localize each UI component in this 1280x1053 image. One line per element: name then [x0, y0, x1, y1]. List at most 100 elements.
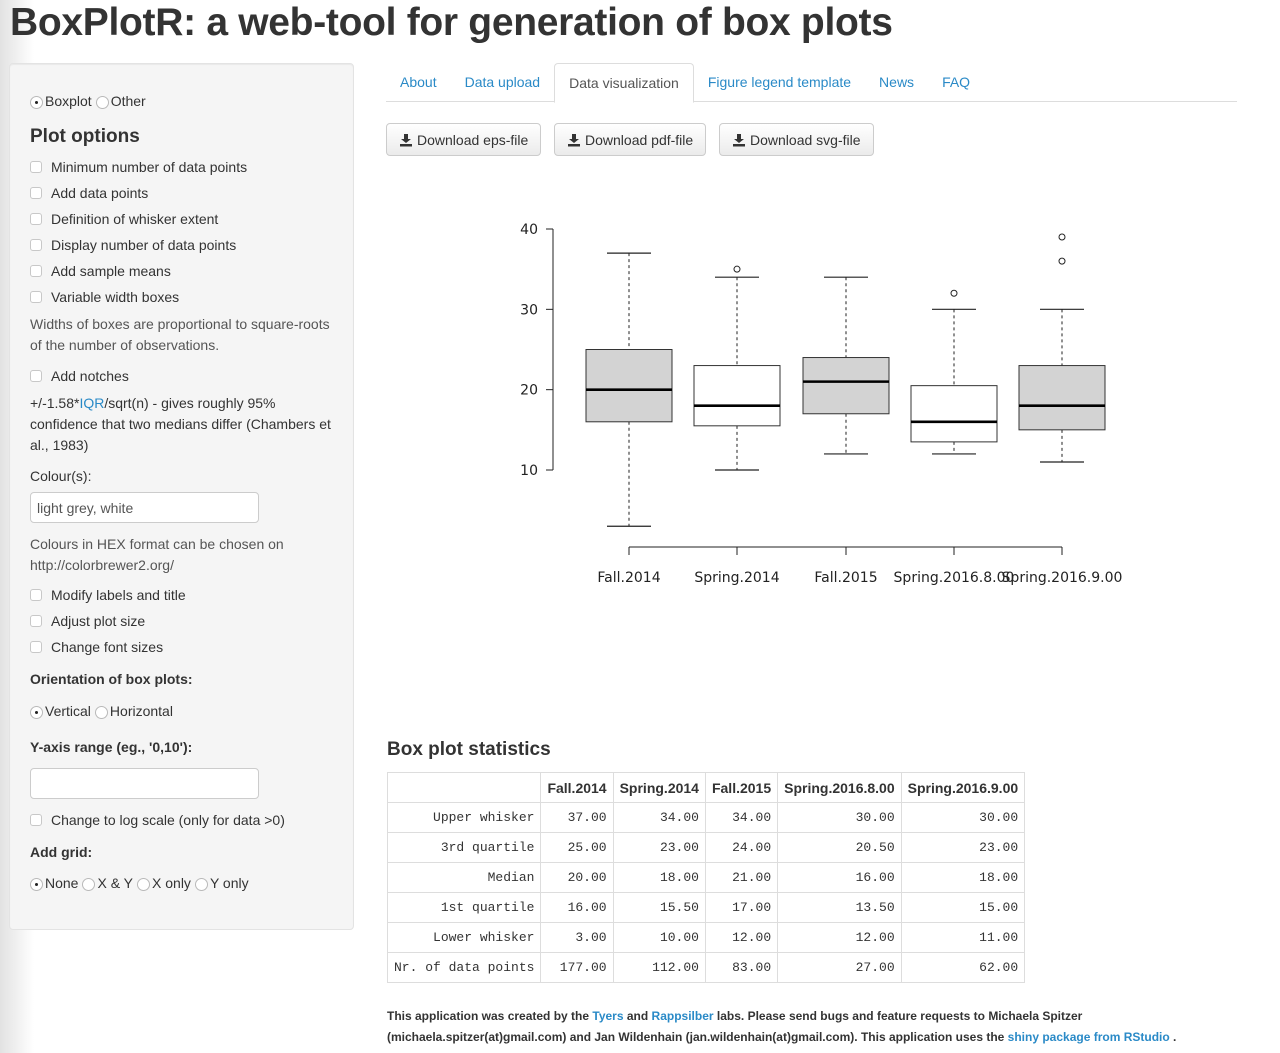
radio-grid-none[interactable]: None — [30, 874, 78, 891]
table-row: Nr. of data points 177.00 112.00 83.00 27.00… — [386, 952, 1026, 983]
grid-radio-group: None X & Y X only Y only — [30, 874, 253, 891]
table-cell: 112.00 — [612, 952, 706, 983]
y-tick-label: 10 — [520, 463, 538, 479]
checkbox-log-scale[interactable]: Change to log scale (only for data >0) — [30, 812, 285, 828]
table-row-label: 1st quartile — [386, 892, 542, 923]
checkbox[interactable] — [30, 213, 42, 225]
x-tick-label: Fall.2015 — [814, 570, 877, 586]
radio-grid-xy[interactable]: X & Y — [82, 874, 133, 891]
table-cell: 24.00 — [704, 832, 779, 863]
table-row-label: 3rd quartile — [386, 832, 542, 863]
box-plot-statistics-heading: Box plot statistics — [387, 739, 551, 760]
colours-label: Colour(s): — [30, 468, 92, 484]
y-axis-range-input[interactable] — [30, 768, 259, 799]
download-icon — [568, 133, 580, 146]
table-cell: 30.00 — [777, 802, 902, 833]
download-svg-button[interactable]: Download svg-file — [719, 123, 874, 156]
checkbox-font-sizes[interactable]: Change font sizes — [30, 639, 163, 655]
table-cell: 3.00 — [540, 922, 614, 953]
colours-input[interactable] — [30, 492, 259, 523]
footer-credits: This application was created by the Tyer… — [387, 1009, 1177, 1044]
table-cell: 21.00 — [704, 862, 779, 893]
table-cell: 62.00 — [900, 952, 1026, 983]
radio-button[interactable] — [82, 878, 96, 891]
table-cell: 18.00 — [900, 862, 1026, 893]
download-icon — [400, 133, 412, 146]
tab-figure-legend-template[interactable]: Figure legend template — [694, 63, 865, 102]
table-cell: 11.00 — [900, 922, 1026, 953]
radio-button[interactable] — [194, 878, 208, 891]
checkbox[interactable] — [30, 239, 42, 251]
checkbox-sample-means[interactable]: Add sample means — [30, 263, 171, 279]
x-tick-label: Fall.2014 — [597, 570, 660, 586]
radio-button[interactable] — [137, 878, 151, 891]
radio-button[interactable] — [94, 706, 108, 719]
outlier-point — [733, 265, 741, 273]
checkbox[interactable] — [30, 814, 42, 826]
table-cell: 27.00 — [777, 952, 902, 983]
download-eps-button[interactable]: Download eps-file — [386, 123, 542, 156]
radio-button[interactable] — [95, 96, 109, 109]
checkbox-adjust-plot-size[interactable]: Adjust plot size — [30, 613, 145, 629]
checkbox-add-data-points[interactable]: Add data points — [30, 185, 148, 201]
radio-button[interactable] — [30, 96, 43, 109]
table-cell: 23.00 — [612, 832, 706, 863]
tab-news[interactable]: News — [865, 63, 928, 102]
checkbox[interactable] — [30, 291, 42, 303]
iqr-link[interactable]: IQR — [79, 395, 104, 411]
table-cell: 10.00 — [612, 922, 706, 953]
table-cell: 17.00 — [704, 892, 779, 923]
checkbox[interactable] — [30, 161, 42, 173]
radio-vertical[interactable]: Vertical — [30, 702, 91, 719]
shiny-rstudio-link[interactable]: shiny package from RStudio — [1008, 1030, 1170, 1044]
checkbox-min-data-points[interactable]: Minimum number of data points — [30, 159, 247, 175]
table-cell: 16.00 — [777, 862, 902, 893]
tab-data-upload[interactable]: Data upload — [451, 63, 555, 102]
table-cell: 15.00 — [900, 892, 1026, 923]
checkbox[interactable] — [30, 370, 42, 382]
radio-other[interactable]: Other — [95, 92, 146, 109]
table-header-corner — [386, 772, 542, 803]
tab-about[interactable]: About — [386, 63, 451, 102]
tab-faq[interactable]: FAQ — [928, 63, 984, 102]
download-pdf-button[interactable]: Download pdf-file — [554, 123, 707, 156]
box-plot-chart: 10 20 30 40 Fall.2014 Spring.2014 Fall.2015 Spr… — [520, 222, 1123, 586]
x-tick-label: Spring.2016.9.00 — [1002, 570, 1123, 586]
radio-grid-y[interactable]: Y only — [194, 874, 249, 891]
radio-horizontal[interactable]: Horizontal — [94, 702, 173, 719]
plot-type-radio-group: Boxplot Other — [30, 92, 150, 109]
radio-button[interactable] — [30, 706, 43, 719]
plot-options-heading: Plot options — [30, 126, 140, 147]
checkbox-modify-labels[interactable]: Modify labels and title — [30, 587, 186, 603]
table-row-label: Upper whisker — [386, 802, 542, 833]
checkbox-variable-width[interactable]: Variable width boxes — [30, 289, 179, 305]
radio-boxplot[interactable]: Boxplot — [30, 92, 92, 109]
table-cell: 20.50 — [777, 832, 902, 863]
checkbox-whisker-extent[interactable]: Definition of whisker extent — [30, 211, 218, 227]
rappsilber-lab-link[interactable]: Rappsilber — [652, 1009, 714, 1023]
table-cell: 30.00 — [900, 802, 1026, 833]
orientation-radio-group: Vertical Horizontal — [30, 702, 177, 719]
table-column-header: Spring.2014 — [612, 772, 706, 803]
tab-data-visualization[interactable]: Data visualization — [554, 63, 694, 103]
tyers-lab-link[interactable]: Tyers — [592, 1009, 623, 1023]
notches-help: +/-1.58*IQR/sqrt(n) - gives roughly 95% … — [30, 395, 331, 453]
checkbox[interactable] — [30, 265, 42, 277]
sidebar-panel: Boxplot Other Plot options Minimum numbe… — [9, 63, 354, 930]
checkbox[interactable] — [30, 589, 42, 601]
outlier-point — [1058, 257, 1066, 265]
radio-grid-x[interactable]: X only — [137, 874, 191, 891]
page-title: BoxPlotR: a web-tool for generation of b… — [10, 1, 893, 44]
y-axis-range-label: Y-axis range (eg., '0,10'): — [30, 739, 193, 755]
checkbox[interactable] — [30, 187, 42, 199]
table-column-header: Fall.2014 — [540, 772, 614, 803]
checkbox-add-notches[interactable]: Add notches — [30, 368, 129, 384]
table-row: Lower whisker 3.00 10.00 12.00 12.00 11.00 — [386, 922, 1026, 953]
checkbox[interactable] — [30, 641, 42, 653]
table-column-header: Spring.2016.9.00 — [900, 772, 1026, 803]
table-cell: 15.50 — [612, 892, 706, 923]
table-row-label: Nr. of data points — [386, 952, 542, 983]
checkbox-display-n[interactable]: Display number of data points — [30, 237, 236, 253]
checkbox[interactable] — [30, 615, 42, 627]
radio-button[interactable] — [30, 878, 43, 891]
